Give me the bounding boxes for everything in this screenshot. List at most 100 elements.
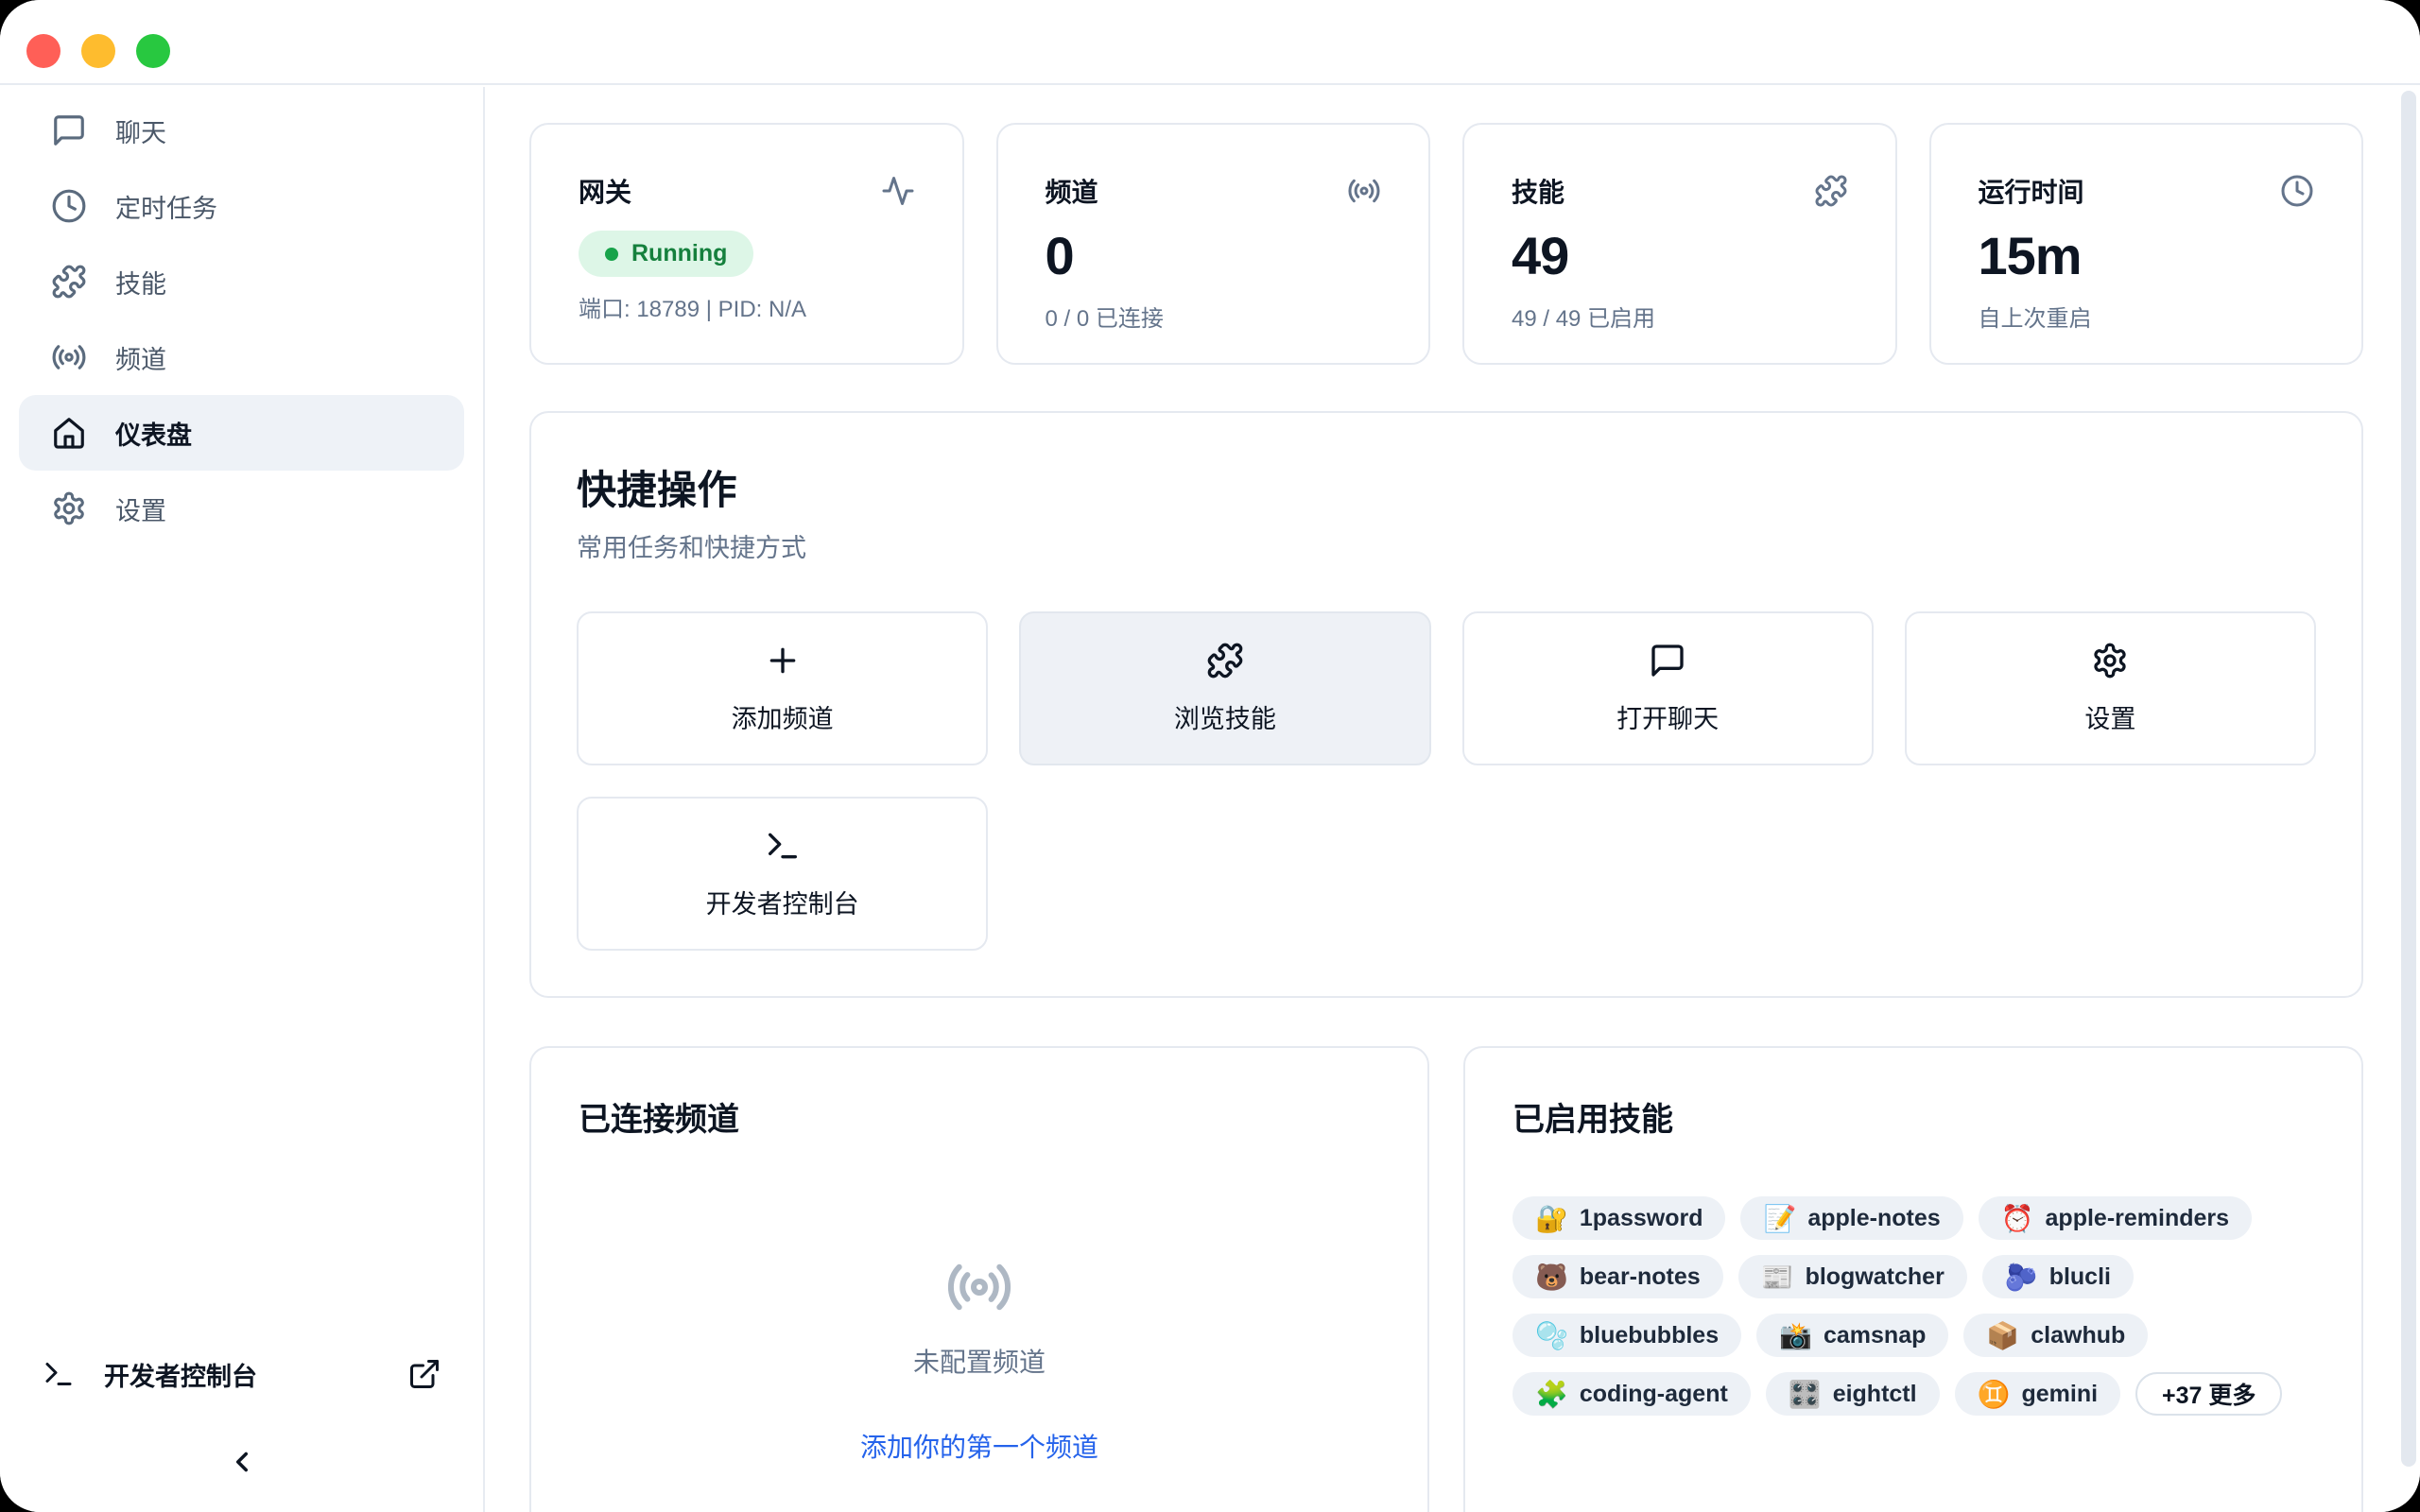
gear-icon [51,490,87,526]
quick-actions-grid: 添加频道 浏览技能 打开聊天 设置 开发者控制台 [577,611,2316,951]
skill-name: blogwatcher [1806,1263,1945,1291]
open-chat-button[interactable]: 打开聊天 [1462,611,1874,765]
puzzle-icon [1814,174,1848,208]
skill-name: apple-notes [1807,1205,1940,1232]
stat-title: 运行时间 [1979,172,2084,210]
sidebar-item-label: 聊天 [115,112,166,149]
browse-skills-button[interactable]: 浏览技能 [1019,611,1430,765]
sidebar-item-label: 频道 [115,339,166,376]
chat-icon [1649,642,1686,679]
clock-icon [51,188,87,224]
stat-title: 频道 [1046,172,1098,210]
skill-badge-eightctl: 🎛️eightctl [1766,1372,1940,1416]
dev-console-button[interactable]: 开发者控制台 [577,797,988,951]
close-button[interactable] [26,34,60,68]
activity-icon [881,174,915,208]
skill-badge-coding-agent: 🧩coding-agent [1512,1372,1751,1416]
bubbles-emoji-icon: 🫧 [1535,1320,1568,1351]
more-skills-button[interactable]: +37 更多 [2135,1372,2282,1416]
broadcast-icon [945,1253,1013,1321]
skill-badge-blucli: 🫐 blucli [1982,1255,2134,1298]
sidebar-item-chat[interactable]: 聊天 [19,93,464,168]
skill-badge-bluebubbles: 🫧 bluebubbles [1512,1314,1741,1357]
sidebar-item-label: 设置 [115,490,166,527]
quick-actions-title: 快捷操作 [577,458,2316,516]
terminal-icon [764,827,802,865]
sidebar-item-settings[interactable]: 设置 [19,471,464,546]
sidebar-item-channels[interactable]: 频道 [19,319,464,395]
collapse-row [0,1404,483,1512]
connected-channels-panel: 已连接频道 未配置频道 添加你的第一个频道 [529,1046,1429,1512]
skill-badge-1password: 🔐 1password [1512,1196,1725,1240]
sidebar-item-scheduled-tasks[interactable]: 定时任务 [19,168,464,244]
stat-detail: 49 / 49 已启用 [1512,300,1848,333]
skill-name: bluebubbles [1580,1322,1719,1349]
knobs-emoji-icon: 🎛️ [1789,1379,1822,1410]
lock-emoji-icon: 🔐 [1535,1203,1568,1234]
skill-name: 1password [1580,1205,1703,1232]
app-window: 聊天 定时任务 技能 频道 仪表盘 设置 [0,0,2420,1512]
skill-name: apple-reminders [2046,1205,2230,1232]
add-first-channel-link[interactable]: 添加你的第一个频道 [860,1427,1098,1465]
stat-title: 技能 [1512,172,1564,210]
skill-badge-clawhub: 📦clawhub [1963,1314,2148,1357]
blueberries-emoji-icon: 🫐 [2005,1262,2038,1293]
plus-icon [764,642,802,679]
chevron-left-icon[interactable] [226,1446,258,1478]
status-dot [605,248,618,261]
skill-badge-apple-notes: 📝 apple-notes [1740,1196,1962,1240]
chat-icon [51,112,87,148]
stat-card-channels: 频道 0 0 / 0 已连接 [996,123,1431,365]
gear-icon [2091,642,2129,679]
skill-badge-gemini: ♊gemini [1955,1372,2120,1416]
skills-badge-list: 🔐1password 📝apple-notes ⏰apple-reminders… [1512,1196,2314,1416]
stat-card-skills: 技能 49 49 / 49 已启用 [1462,123,1897,365]
package-emoji-icon: 📦 [1986,1320,2019,1351]
external-link-icon [407,1357,441,1391]
stat-detail: 端口: 18789 | PID: N/A [579,290,915,323]
skill-name: blucli [2049,1263,2111,1291]
dev-console-footer-button[interactable]: 开发者控制台 [0,1344,483,1404]
minimize-button[interactable] [81,34,115,68]
action-label: 添加频道 [732,698,834,735]
channels-empty-state: 未配置频道 添加你的第一个频道 [579,1253,1380,1465]
add-channel-button[interactable]: 添加频道 [577,611,988,765]
bear-emoji-icon: 🐻 [1535,1262,1568,1293]
empty-state-text: 未配置频道 [913,1342,1046,1380]
stat-card-row: 网关 Running 端口: 18789 | PID: N/A 频道 0 0 /… [529,123,2363,365]
status-badge-running: Running [579,231,753,277]
skill-badge-blogwatcher: 📰blogwatcher [1738,1255,1967,1298]
connected-channels-title: 已连接频道 [579,1093,1380,1140]
vertical-scrollbar-thumb[interactable] [2401,91,2416,1467]
stat-detail: 0 / 0 已连接 [1046,300,1382,333]
quick-actions-panel: 快捷操作 常用任务和快捷方式 添加频道 浏览技能 打开聊天 设置 [529,411,2363,998]
action-label: 浏览技能 [1174,698,1276,735]
sidebar-spacer [0,552,483,1344]
traffic-lights [26,34,170,68]
enabled-skills-title: 已启用技能 [1512,1093,2314,1140]
camera-emoji-icon: 📸 [1779,1320,1812,1351]
maximize-button[interactable] [136,34,170,68]
skill-badge-camsnap: 📸camsnap [1756,1314,1948,1357]
sidebar: 聊天 定时任务 技能 频道 仪表盘 设置 [0,87,485,1512]
memo-emoji-icon: 📝 [1763,1203,1796,1234]
status-badge-label: Running [631,240,727,267]
settings-button[interactable]: 设置 [1905,611,2316,765]
sidebar-item-skills[interactable]: 技能 [19,244,464,319]
stat-card-uptime: 运行时间 15m 自上次重启 [1929,123,2364,365]
gemini-emoji-icon: ♊ [1978,1379,2011,1410]
enabled-skills-panel: 已启用技能 🔐1password 📝apple-notes ⏰apple-rem… [1463,1046,2363,1512]
home-icon [51,415,87,451]
quick-actions-subtitle: 常用任务和快捷方式 [577,527,2316,564]
skill-badge-bear-notes: 🐻bear-notes [1512,1255,1723,1298]
bottom-panels: 已连接频道 未配置频道 添加你的第一个频道 已启用技能 🔐 1password 📝… [529,1046,2363,1512]
stat-value: 0 [1046,225,1382,286]
puzzle-emoji-icon: 🧩 [1535,1379,1568,1410]
action-label: 设置 [2084,698,2135,735]
broadcast-icon [51,339,87,375]
sidebar-item-dashboard[interactable]: 仪表盘 [19,395,464,471]
sidebar-item-label: 技能 [115,264,166,301]
puzzle-icon [1206,642,1244,679]
sidebar-nav: 聊天 定时任务 技能 频道 仪表盘 设置 [0,87,483,552]
sidebar-item-label: 仪表盘 [115,415,192,452]
